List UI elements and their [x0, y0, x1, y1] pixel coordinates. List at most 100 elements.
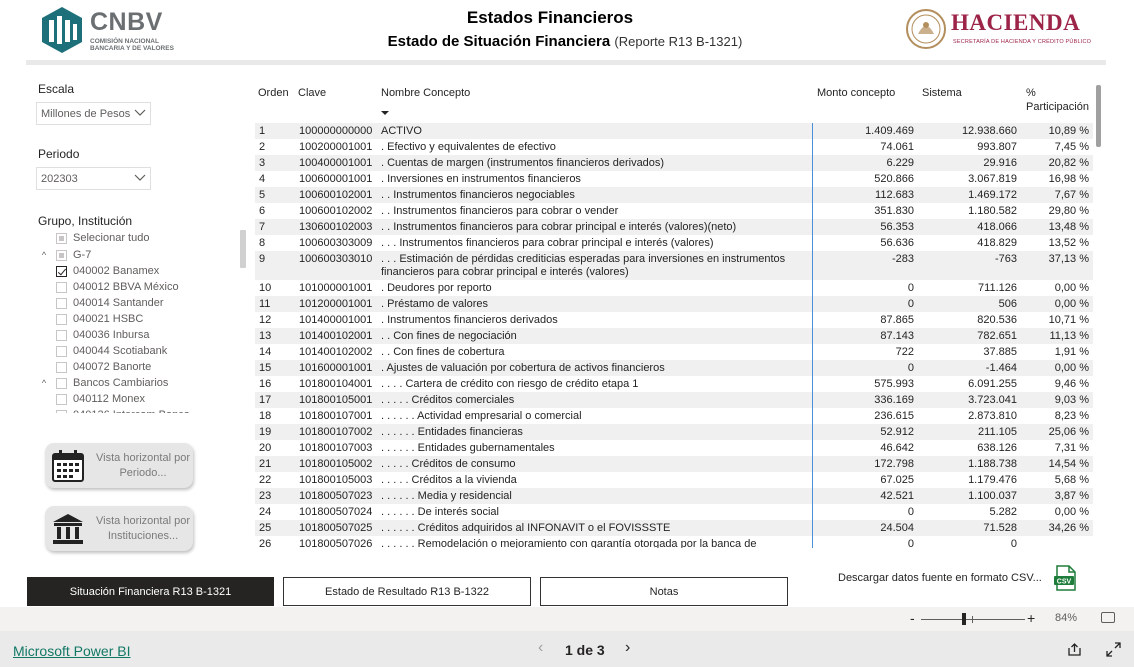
tab-estado-resultado[interactable]: Estado de Resultado R13 B-1322: [283, 577, 531, 606]
table-row[interactable]: 17 101800105001 . . . . . Créditos comerci…: [255, 392, 1093, 408]
csv-file-icon[interactable]: CSV: [1053, 565, 1077, 591]
zoom-bar: - + 84%: [0, 607, 1134, 631]
tree-item[interactable]: 040072 Banorte: [56, 359, 151, 375]
tree-item[interactable]: 040036 Inbursa: [56, 327, 149, 343]
tree-checkbox[interactable]: [56, 409, 67, 413]
table-row[interactable]: 26 101800507026 . . . . . . Remodelación o…: [255, 536, 1093, 548]
cell-nombre: . . Instrumentos financieros para cobrar…: [381, 221, 737, 233]
cell-participacion: 25,06 %: [1048, 426, 1089, 438]
table-row[interactable]: 16 101800104001 . . . . Cartera de crédito…: [255, 376, 1093, 392]
tree-item[interactable]: 040012 BBVA México: [56, 279, 179, 295]
table-row[interactable]: 21 101800105002 . . . . . Créditos de cons…: [255, 456, 1093, 472]
table-row[interactable]: 14 101400102002 . . Con fines de cobertura…: [255, 344, 1093, 360]
cell-orden: 26: [259, 538, 272, 548]
col-nombre-header[interactable]: Nombre Concepto: [381, 86, 470, 100]
tree-checkbox[interactable]: [56, 281, 67, 293]
tree-item[interactable]: 040014 Santander: [56, 295, 164, 311]
table-row[interactable]: 5 100600102001 . . Instrumentos financiero…: [255, 187, 1093, 203]
col-monto-header[interactable]: Monto concepto: [817, 86, 895, 100]
fullscreen-icon[interactable]: [1106, 642, 1121, 657]
table-row[interactable]: 11 101200001001 . Préstamo de valores 0 506 0…: [255, 296, 1093, 312]
table-row[interactable]: 7 130600102003 . . Instrumentos financiero…: [255, 219, 1093, 235]
tree-item[interactable]: ^ Bancos Cambiarios: [38, 375, 169, 391]
tree-checkbox[interactable]: [56, 393, 67, 405]
table-scrollbar[interactable]: [1096, 85, 1101, 147]
tree-checkbox[interactable]: [56, 265, 67, 277]
cell-monto: 722: [895, 346, 914, 358]
cell-sistema: 418.829: [977, 237, 1017, 249]
tree-item[interactable]: 040044 Scotiabank: [56, 343, 167, 359]
table-row[interactable]: 20 101800107003 . . . . . . Entidades gube…: [255, 440, 1093, 456]
cell-monto: 575.993: [874, 378, 914, 390]
expand-collapse-icon[interactable]: ^: [38, 378, 50, 388]
table-row[interactable]: 15 101600001001 . Ajustes de valuación por…: [255, 360, 1093, 376]
tree-checkbox[interactable]: [56, 345, 67, 357]
col-orden-header[interactable]: Orden: [258, 86, 289, 100]
table-row[interactable]: 1 100000000000 ACTIVO 1.409.469 12.938.660 10…: [255, 123, 1093, 139]
tab-notas[interactable]: Notas: [540, 577, 788, 606]
tree-item[interactable]: Selecionar tudo: [56, 230, 149, 246]
tree-item-label: Bancos Cambiarios: [73, 377, 169, 389]
table-row[interactable]: 2 100200001001 . Efectivo y equivalentes d…: [255, 139, 1093, 155]
tree-item[interactable]: 040136 Intercam Banco: [56, 407, 190, 413]
previous-page-icon[interactable]: ‹: [538, 639, 543, 657]
zoom-out-button[interactable]: -: [910, 610, 915, 626]
tree-checkbox[interactable]: [56, 313, 67, 325]
table-row[interactable]: 6 100600102002 . . Instrumentos financiero…: [255, 203, 1093, 219]
table-row[interactable]: 19 101800107002 . . . . . . Entidades fina…: [255, 424, 1093, 440]
zoom-slider-track[interactable]: [921, 619, 1025, 620]
cell-orden: 4: [259, 173, 266, 185]
table-row[interactable]: 8 100600303009 . . . Instrumentos financie…: [255, 235, 1093, 251]
table-row[interactable]: 22 101800105003 . . . . . Créditos a la vi…: [255, 472, 1093, 488]
table-row[interactable]: 9 100600303010 . . . Estimación de pérdida…: [255, 251, 1093, 280]
tree-checkbox[interactable]: [56, 249, 67, 261]
table-row[interactable]: 23 101800507023 . . . . . . Media y reside…: [255, 488, 1093, 504]
sort-descending-icon: [381, 111, 389, 115]
tree-item-label: 040044 Scotiabank: [73, 345, 168, 357]
tab-situacion-financiera[interactable]: Situación Financiera R13 B-1321: [27, 577, 274, 606]
cell-clave: 100000000000: [299, 125, 373, 137]
share-icon[interactable]: [1067, 642, 1082, 657]
table-row[interactable]: 3 100400001001 . Cuentas de margen (instru…: [255, 155, 1093, 171]
tree-checkbox[interactable]: [56, 329, 67, 341]
table-row[interactable]: 12 101400001001 . Instrumentos financieros…: [255, 312, 1093, 328]
report-header: CNBV COMISIÓN NACIONAL BANCARIA Y DE VAL…: [0, 0, 1134, 60]
tree-checkbox[interactable]: [56, 361, 67, 373]
cell-participacion: 13,48 %: [1048, 221, 1089, 233]
cell-nombre: . . . . . . Entidades financieras: [381, 426, 523, 438]
cell-monto: 56.636: [880, 237, 914, 249]
cell-sistema: -763: [994, 253, 1017, 265]
csv-download-label[interactable]: Descargar datos fuente en formato CSV...: [838, 572, 1042, 584]
cell-monto: 0: [907, 506, 914, 518]
table-row[interactable]: 13 101400102001 . . Con fines de negociaci…: [255, 328, 1093, 344]
tree-item[interactable]: ^ G-7: [38, 247, 91, 263]
tree-checkbox[interactable]: [56, 297, 67, 309]
tree-checkbox[interactable]: [56, 232, 67, 244]
expand-collapse-icon[interactable]: ^: [38, 250, 50, 260]
cell-orden: 14: [259, 346, 272, 358]
vista-periodo-button[interactable]: Vista horizontal por Periodo...: [45, 443, 193, 488]
col-clave-header[interactable]: Clave: [298, 86, 326, 100]
periodo-dropdown[interactable]: 202303: [36, 167, 151, 190]
escala-dropdown[interactable]: Millones de Pesos: [36, 102, 151, 125]
tree-item[interactable]: 040021 HSBC: [56, 311, 143, 327]
zoom-slider-thumb[interactable]: [962, 613, 966, 625]
tree-item-label: Selecionar tudo: [73, 232, 150, 244]
tree-item[interactable]: 040002 Banamex: [56, 263, 159, 279]
tree-scrollbar[interactable]: [240, 230, 246, 268]
table-row[interactable]: 10 101000001001 . Deudores por reporto 0 711…: [255, 280, 1093, 296]
table-row[interactable]: 25 101800507025 . . . . . . Créditos adqui…: [255, 520, 1093, 536]
tree-item[interactable]: 040112 Monex: [56, 391, 145, 407]
zoom-in-button[interactable]: +: [1027, 610, 1035, 626]
tree-checkbox[interactable]: [56, 377, 67, 389]
powerbi-link[interactable]: Microsoft Power BI: [13, 643, 130, 659]
table-row[interactable]: 18 101800107001 . . . . . . Actividad empr…: [255, 408, 1093, 424]
cell-clave: 101800107003: [299, 442, 373, 454]
col-participacion-header[interactable]: % Participación: [1026, 86, 1089, 114]
col-sistema-header[interactable]: Sistema: [922, 86, 962, 100]
table-row[interactable]: 4 100600001001 . Inversiones en instrument…: [255, 171, 1093, 187]
next-page-icon[interactable]: ›: [625, 639, 630, 657]
fit-to-page-icon[interactable]: [1101, 612, 1115, 623]
table-row[interactable]: 24 101800507024 . . . . . . De interés soc…: [255, 504, 1093, 520]
vista-instituciones-button[interactable]: Vista horizontal por Instituciones...: [45, 506, 193, 551]
